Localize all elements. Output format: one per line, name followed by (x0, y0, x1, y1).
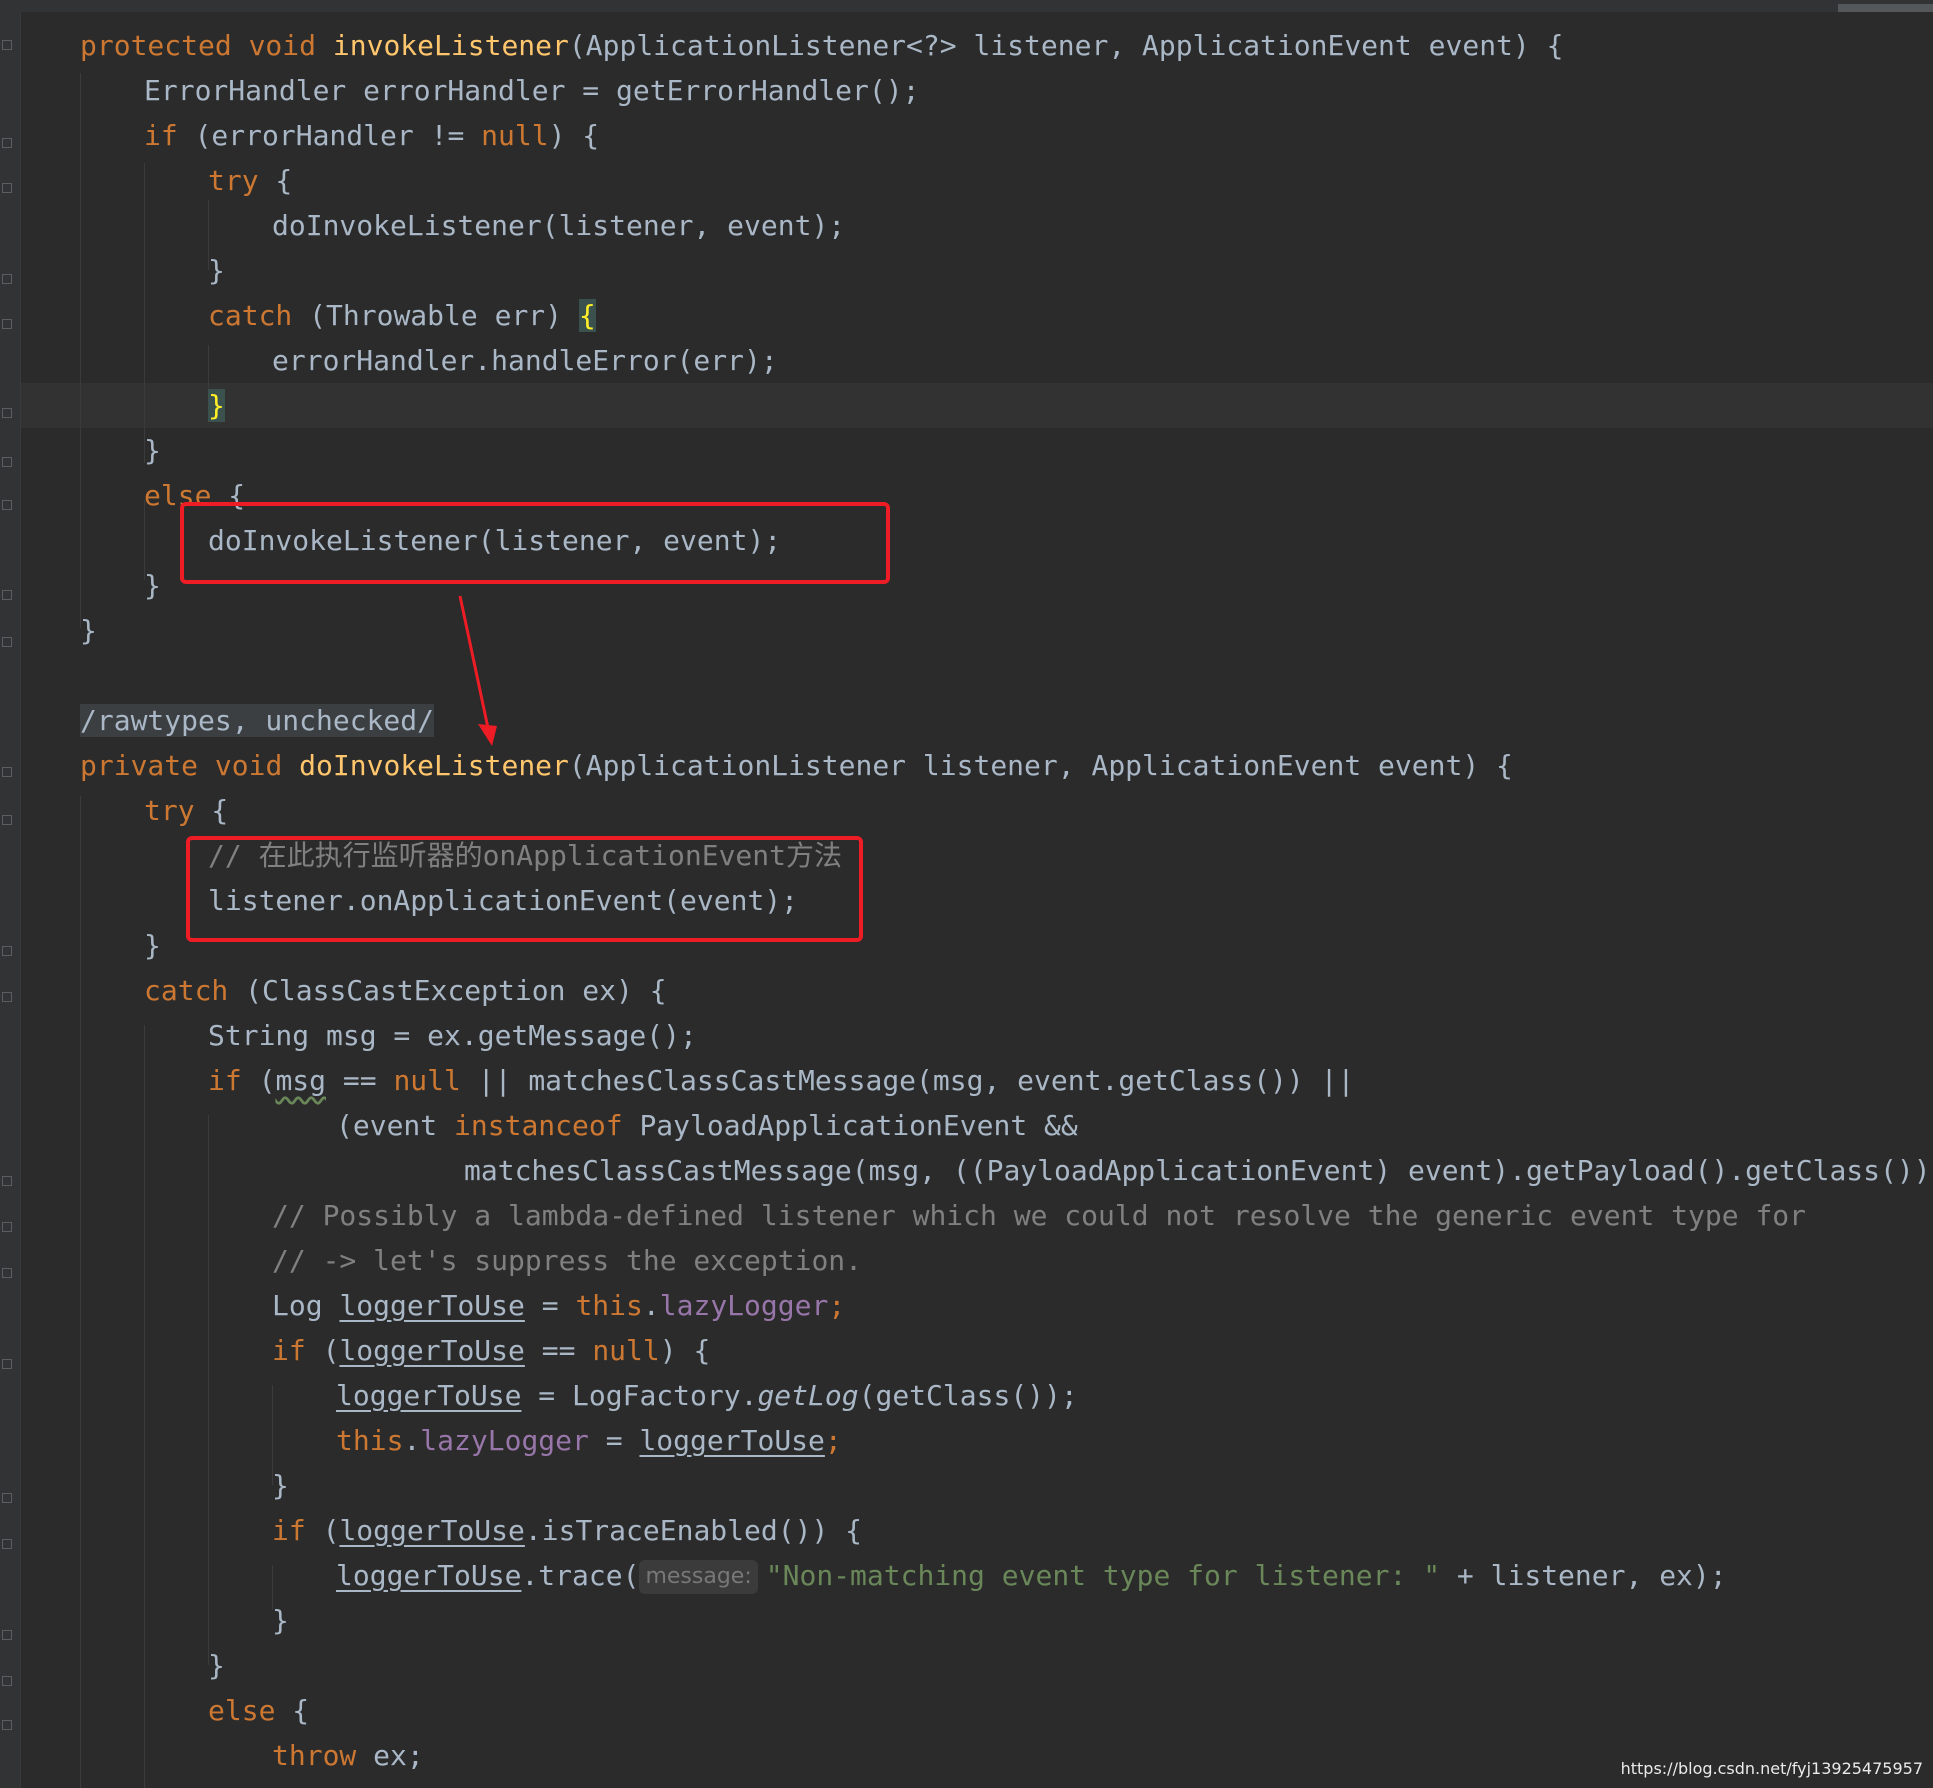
watermark: https://blog.csdn.net/fyj13925475957 (1620, 1759, 1923, 1778)
red-arrow-icon (458, 595, 497, 746)
code-editor[interactable]: protected void invokeListener(Applicatio… (0, 0, 1933, 1788)
